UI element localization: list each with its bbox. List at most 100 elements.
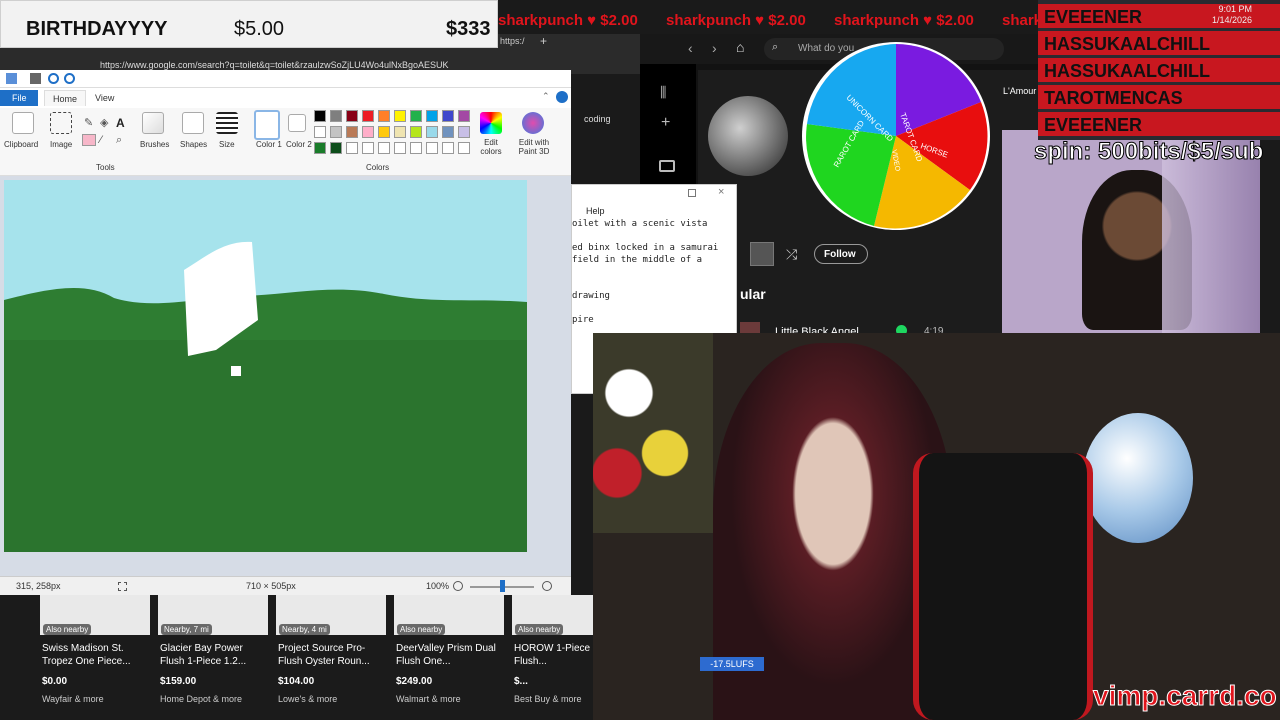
shapes-label: Shapes: [180, 140, 208, 149]
palette-swatch[interactable]: [330, 110, 342, 122]
size-icon[interactable]: [216, 112, 238, 134]
palette-swatch[interactable]: [346, 126, 358, 138]
palette-swatch[interactable]: [330, 142, 342, 154]
product-card[interactable]: Also nearby Swiss Madison St. Tropez One …: [40, 595, 150, 720]
palette-swatch[interactable]: [410, 110, 422, 122]
flowers: [593, 333, 713, 533]
product-price: $159.00: [160, 676, 197, 687]
help-icon[interactable]: [556, 91, 568, 103]
search-icon: ⌕: [772, 41, 779, 53]
redo-icon[interactable]: [64, 73, 75, 84]
spin-wheel[interactable]: UNICORN CARD RAROT CARD VIDEO HORSE TARO…: [800, 40, 992, 232]
goal-price: $5.00: [234, 18, 285, 40]
clipboard-icon[interactable]: [12, 112, 34, 134]
pencil-icon[interactable]: ✎: [84, 116, 93, 129]
product-name: Glacier Bay Power Flush 1-Piece 1.2...: [160, 643, 247, 667]
artist-thumb[interactable]: [750, 242, 774, 266]
drawing-canvas[interactable]: [4, 180, 527, 552]
notepad-line: drawing: [572, 291, 610, 301]
palette-swatch[interactable]: [394, 126, 406, 138]
palette-swatch[interactable]: [410, 126, 422, 138]
chat-username: TAROTMENCAS: [1044, 88, 1183, 108]
tab-view[interactable]: View: [87, 90, 122, 106]
palette-swatch[interactable]: [458, 110, 470, 122]
notepad-menu-help[interactable]: Help: [586, 206, 605, 216]
selection-size-icon: [118, 582, 127, 591]
chat-row: TAROTMENCAS: [1038, 85, 1280, 109]
magnifier-icon[interactable]: ⌕: [116, 134, 122, 147]
nearby-tag: Also nearby: [397, 624, 446, 635]
palette-swatch[interactable]: [442, 110, 454, 122]
notepad-line: pire: [572, 315, 594, 325]
palette-swatch[interactable]: [314, 110, 326, 122]
edit-colors-icon[interactable]: [480, 112, 502, 134]
zoom-thumb[interactable]: [500, 580, 505, 592]
palette-swatch[interactable]: [426, 110, 438, 122]
brushes-icon[interactable]: [142, 112, 164, 134]
palette-swatch[interactable]: [442, 126, 454, 138]
add-icon[interactable]: +: [661, 114, 670, 132]
follow-button[interactable]: Follow: [814, 244, 868, 264]
product-card[interactable]: Nearby, 4 mi Project Source Pro-Flush Oys…: [276, 595, 386, 720]
paint3d-icon[interactable]: [522, 112, 544, 134]
color2-swatch[interactable]: [288, 114, 306, 132]
undo-icon[interactable]: [48, 73, 59, 84]
text-icon[interactable]: A: [116, 116, 125, 130]
product-store: Lowe's & more: [278, 694, 338, 704]
chat-username: HASSUKAALCHILL: [1044, 34, 1210, 54]
palette-swatch[interactable]: [378, 126, 390, 138]
palette-swatch[interactable]: [378, 142, 390, 154]
tab-file[interactable]: File: [0, 90, 38, 106]
shuffle-icon[interactable]: ⤮: [786, 246, 797, 263]
palette-swatch[interactable]: [426, 126, 438, 138]
tab-home[interactable]: Home: [44, 90, 87, 106]
notepad-close-icon[interactable]: ×: [718, 186, 724, 198]
fill-icon[interactable]: ◈: [100, 116, 108, 129]
tab-label[interactable]: https:/: [500, 36, 525, 46]
collapse-ribbon-icon[interactable]: ⌃: [542, 91, 550, 102]
palette-swatch[interactable]: [362, 110, 374, 122]
new-tab-icon[interactable]: +: [540, 34, 547, 48]
palette-swatch[interactable]: [394, 110, 406, 122]
shopping-results: Also nearby Swiss Madison St. Tropez One …: [0, 595, 593, 720]
nearby-tag: Also nearby: [515, 624, 564, 635]
product-card[interactable]: Also nearby HOROW 1-Piece Dual Flush... $.…: [512, 595, 593, 720]
notepad-maximize-icon[interactable]: [688, 189, 696, 197]
forward-arrow-icon[interactable]: ›: [712, 40, 717, 56]
zoom-out-button[interactable]: [453, 581, 463, 591]
birthday-balloon: [1083, 413, 1193, 543]
product-card[interactable]: Also nearby DeerValley Prism Dual Flush O…: [394, 595, 504, 720]
shapes-icon[interactable]: [182, 112, 204, 134]
back-arrow-icon[interactable]: ‹: [688, 40, 693, 56]
library-item[interactable]: coding: [584, 114, 611, 124]
save-icon[interactable]: [30, 73, 41, 84]
product-price: $0.00: [42, 676, 68, 687]
eraser-icon[interactable]: [82, 134, 96, 146]
palette-swatch[interactable]: [426, 142, 438, 154]
zoom-in-button[interactable]: [542, 581, 552, 591]
palette-swatch[interactable]: [378, 110, 390, 122]
palette-swatch[interactable]: [458, 142, 470, 154]
color1-swatch[interactable]: [254, 110, 280, 140]
image-select-icon[interactable]: [50, 112, 72, 134]
palette-swatch[interactable]: [346, 142, 358, 154]
selection-handle[interactable]: [231, 366, 241, 376]
palette-swatch[interactable]: [346, 110, 358, 122]
palette-swatch[interactable]: [330, 126, 342, 138]
color-picker-icon[interactable]: ⁄: [100, 134, 102, 146]
palette-swatch[interactable]: [362, 142, 374, 154]
home-icon[interactable]: ⌂: [736, 39, 744, 55]
library-icon[interactable]: ⫼: [660, 84, 666, 101]
palette-swatch[interactable]: [442, 142, 454, 154]
palette-swatch[interactable]: [314, 126, 326, 138]
palette-swatch[interactable]: [410, 142, 422, 154]
color2-label: Color 2: [286, 140, 312, 149]
product-card[interactable]: Nearby, 7 mi Glacier Bay Power Flush 1-Pi…: [158, 595, 268, 720]
artist-photo[interactable]: [708, 96, 788, 176]
palette-swatch[interactable]: [314, 142, 326, 154]
palette-swatch[interactable]: [458, 126, 470, 138]
clipboard-label: Clipboard: [4, 140, 39, 149]
folder-icon[interactable]: [659, 160, 675, 172]
palette-swatch[interactable]: [394, 142, 406, 154]
palette-swatch[interactable]: [362, 126, 374, 138]
